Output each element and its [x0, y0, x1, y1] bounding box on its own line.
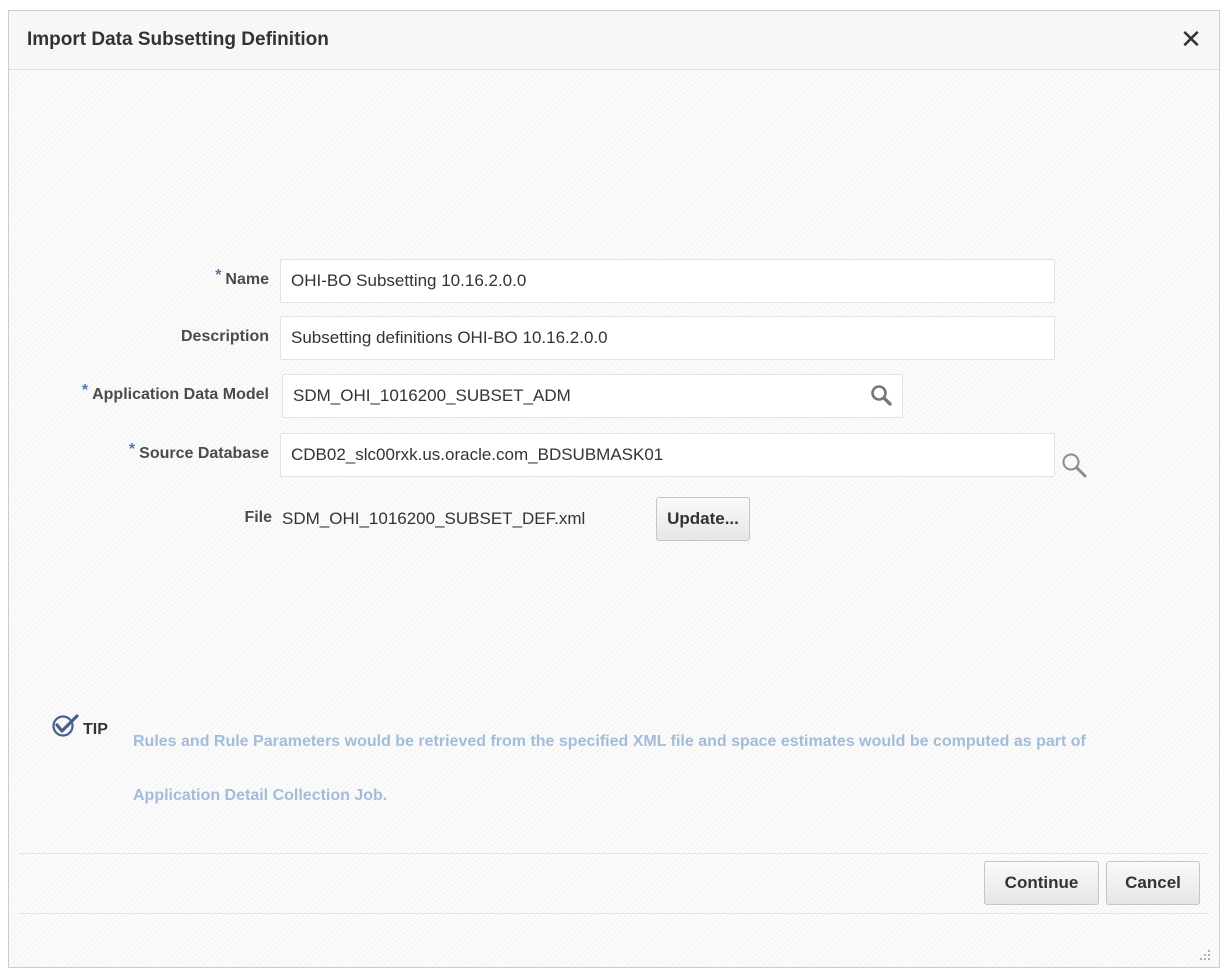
- application-data-model-label: * Application Data Model: [82, 382, 269, 404]
- description-row: Description: [9, 316, 1221, 362]
- required-marker: *: [215, 267, 222, 284]
- resize-grip-icon[interactable]: [1197, 947, 1211, 961]
- file-name: SDM_OHI_1016200_SUBSET_DEF.xml: [282, 509, 586, 528]
- source-database-label: * Source Database: [129, 441, 269, 463]
- file-row: File SDM_OHI_1016200_SUBSET_DEF.xml Upda…: [9, 497, 1221, 543]
- close-icon[interactable]: ✕: [1177, 25, 1205, 53]
- checkmark-icon: [52, 714, 79, 737]
- application-data-model-row: * Application Data Model: [9, 374, 1221, 420]
- cancel-button[interactable]: Cancel: [1106, 861, 1200, 905]
- update-button[interactable]: Update...: [656, 497, 750, 541]
- file-label: File: [244, 509, 272, 526]
- dialog-title: Import Data Subsetting Definition: [27, 29, 329, 50]
- tip-text: Rules and Rule Parameters would be retri…: [133, 733, 1086, 804]
- source-database-label-text: Source Database: [139, 445, 269, 462]
- name-label: * Name: [215, 267, 269, 289]
- application-data-model-input[interactable]: [282, 374, 903, 418]
- name-row: * Name: [9, 259, 1221, 305]
- search-icon[interactable]: [869, 383, 895, 409]
- dialog-title-bar: Import Data Subsetting Definition ✕: [9, 11, 1219, 70]
- search-icon[interactable]: [1060, 451, 1090, 481]
- footer-divider: [19, 853, 1209, 854]
- import-dialog: Import Data Subsetting Definition ✕ * Nam…: [8, 10, 1220, 968]
- tip-label: TIP: [83, 721, 108, 738]
- footer-divider: [19, 913, 1209, 914]
- source-database-input[interactable]: [280, 433, 1055, 477]
- name-input[interactable]: [280, 259, 1055, 303]
- name-label-text: Name: [225, 271, 269, 288]
- source-database-row: * Source Database: [9, 433, 1221, 479]
- required-marker: *: [81, 382, 89, 399]
- application-data-model-label-text: Application Data Model: [92, 386, 269, 403]
- description-input[interactable]: [280, 316, 1055, 360]
- required-marker: *: [128, 441, 136, 458]
- continue-button[interactable]: Continue: [984, 861, 1099, 905]
- description-label: Description: [180, 328, 269, 345]
